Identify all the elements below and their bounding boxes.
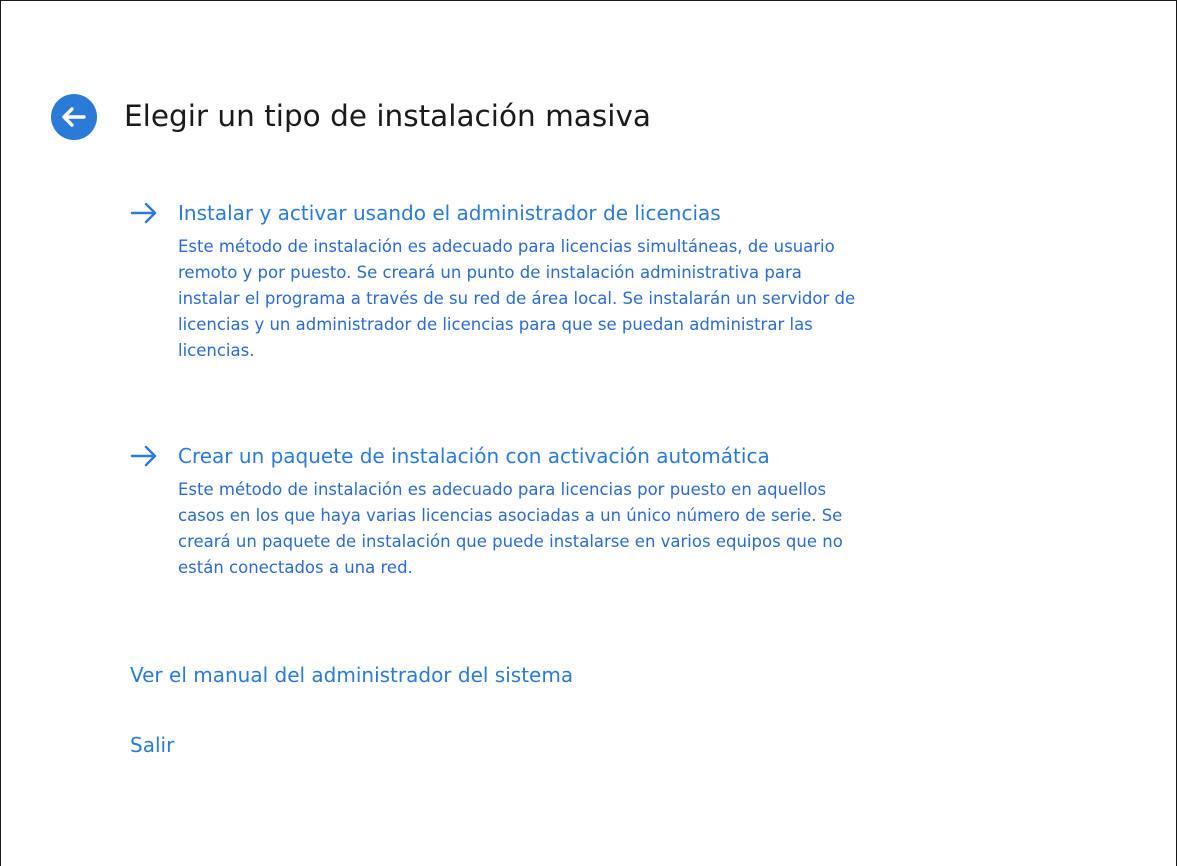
arrow-right-icon	[130, 202, 157, 224]
option-description: Este método de instalación es adecuado p…	[178, 237, 856, 360]
option-label[interactable]: Crear un paquete de instalación con acti…	[178, 439, 770, 473]
page-title: Elegir un tipo de instalación masiva	[124, 99, 651, 133]
option-header[interactable]: Instalar y activar usando el administrad…	[130, 196, 1030, 230]
back-button[interactable]	[51, 94, 97, 140]
option-description: Este método de instalación es adecuado p…	[178, 480, 843, 577]
exit-link[interactable]: Salir	[130, 729, 174, 761]
system-admin-manual-link[interactable]: Ver el manual del administrador del sist…	[130, 659, 573, 691]
option-label[interactable]: Instalar y activar usando el administrad…	[178, 196, 721, 230]
option-license-manager[interactable]: Instalar y activar usando el administrad…	[130, 196, 1030, 360]
arrow-right-icon	[130, 445, 157, 467]
arrow-left-circle-icon	[62, 107, 86, 127]
option-auto-activation-package[interactable]: Crear un paquete de instalación con acti…	[130, 439, 1030, 577]
option-header[interactable]: Crear un paquete de instalación con acti…	[130, 439, 1030, 473]
